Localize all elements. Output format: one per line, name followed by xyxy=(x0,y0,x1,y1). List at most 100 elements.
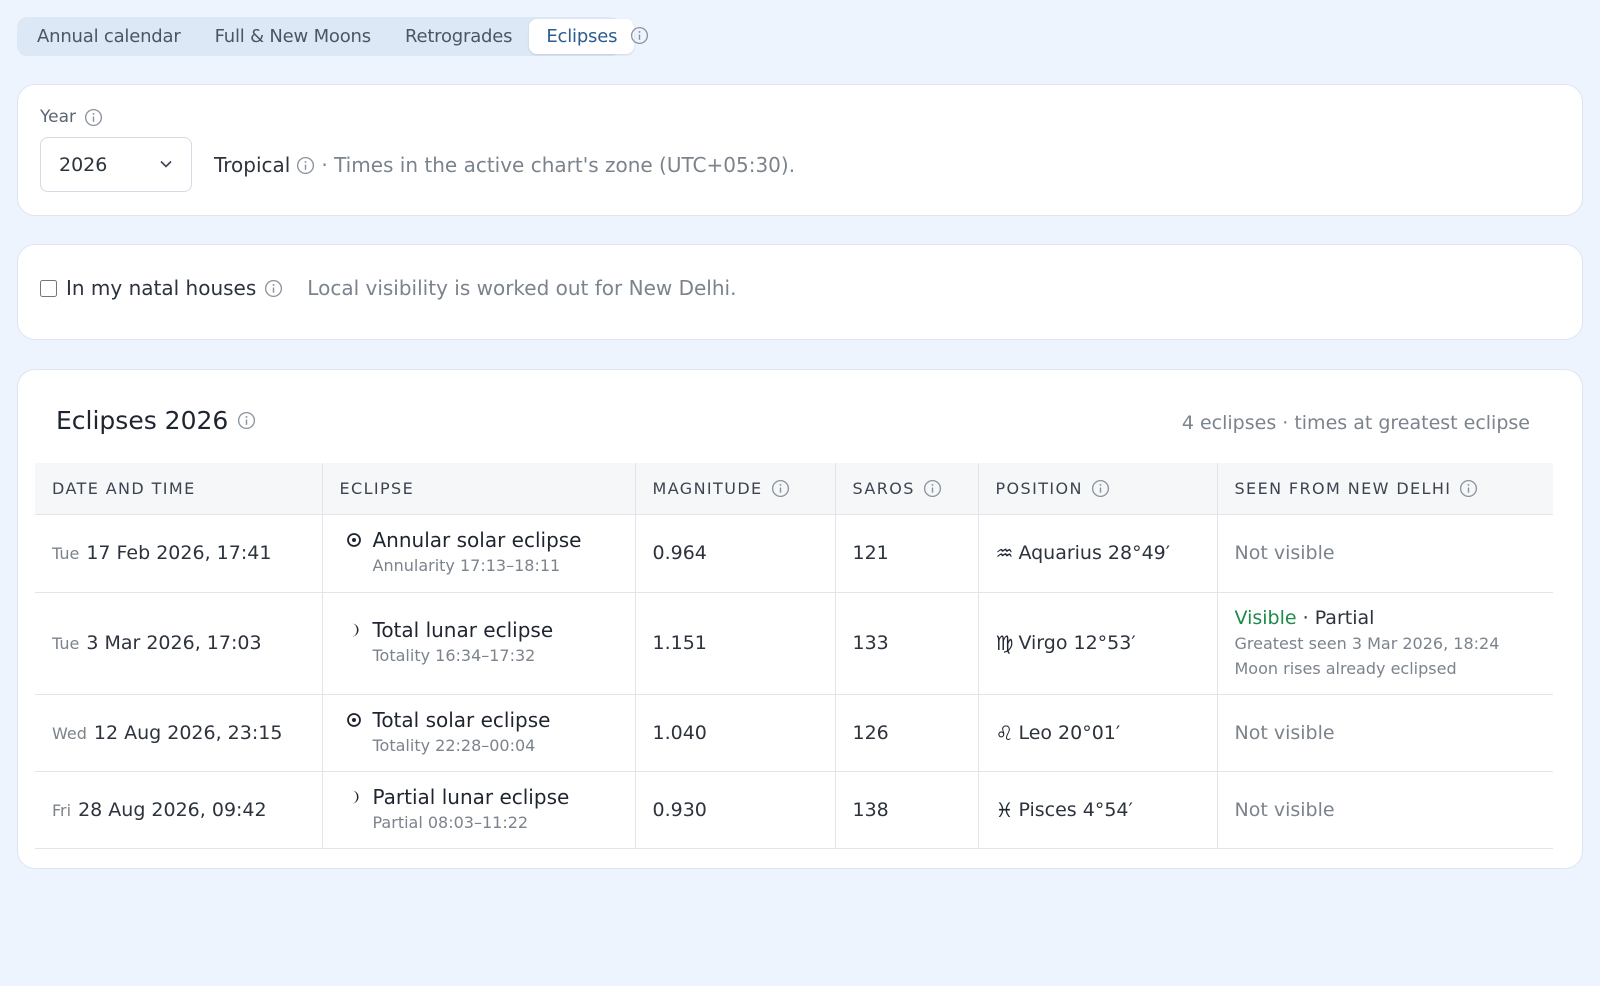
visibility-cell: Not visible xyxy=(1216,693,1553,771)
natal-houses-row: In my natal houses Local visibility is w… xyxy=(40,276,736,300)
position-cell: ♍ Virgo 12°53′ xyxy=(977,591,1217,694)
table-row[interactable]: Tue 17 Feb 2026, 17:41 Annular solar ecli… xyxy=(35,513,1553,592)
chevron-down-icon xyxy=(159,154,173,176)
col-header-eclipse[interactable]: ECLIPSE xyxy=(321,463,635,514)
aquarius-icon: ♒ xyxy=(995,541,1014,565)
zodiac-info-icon[interactable] xyxy=(296,156,315,175)
visibility-detail: Moon rises already eclipsed xyxy=(1234,658,1457,678)
visibility-note: Local visibility is worked out for New D… xyxy=(307,276,737,300)
col-header-magnitude[interactable]: MAGNITUDE xyxy=(634,463,835,514)
eclipse-detail: Partial 08:03–11:22 xyxy=(372,812,529,832)
date-time: 12 Aug 2026, 23:15 xyxy=(93,721,283,744)
visibility-cell: Not visible xyxy=(1216,513,1553,592)
date-cell: Fri 28 Aug 2026, 09:42 xyxy=(35,770,322,849)
saros-cell: 126 xyxy=(834,693,978,771)
date-time: 28 Aug 2026, 09:42 xyxy=(78,798,267,821)
virgo-icon: ♍ xyxy=(995,631,1014,655)
eclipses-title: Eclipses 2026 xyxy=(56,406,229,435)
date-time: 3 Mar 2026, 17:03 xyxy=(86,632,262,654)
visibility-status: Not visible xyxy=(1234,721,1335,744)
year-select-value: 2026 xyxy=(59,153,108,176)
position-text: Leo 20°01′ xyxy=(1018,721,1121,744)
eclipses-card: Eclipses 2026 4 eclipses · times at grea… xyxy=(17,369,1583,869)
eclipse-cell: Annular solar eclipse Annularity 17:13–18… xyxy=(321,513,635,592)
position-info-icon[interactable] xyxy=(1091,479,1110,498)
table-row[interactable]: Fri 28 Aug 2026, 09:42 Partial lunar ecli… xyxy=(35,770,1553,849)
visibility-cell: Not visible xyxy=(1216,770,1553,849)
tab-eclipses[interactable]: Eclipses xyxy=(529,19,635,54)
tab-annual-calendar[interactable]: Annual calendar xyxy=(20,19,198,54)
magnitude-cell: 0.930 xyxy=(634,770,835,849)
magnitude-cell: 1.040 xyxy=(634,693,835,771)
sun-icon xyxy=(345,531,363,549)
visibility-status: Not visible xyxy=(1234,542,1335,564)
saros-cell: 121 xyxy=(834,513,978,592)
visibility-status: Visible xyxy=(1234,606,1297,629)
visibility-cell: Visible · Partial Greatest seen 3 Mar 20… xyxy=(1216,591,1553,694)
eclipse-name: Partial lunar eclipse xyxy=(372,784,570,809)
position-cell: ♒ Aquarius 28°49′ xyxy=(977,513,1217,592)
natal-houses-checkbox[interactable] xyxy=(40,279,57,297)
pisces-icon: ♓ xyxy=(995,797,1014,822)
position-cell: ♌ Leo 20°01′ xyxy=(977,693,1217,771)
tab-retrogrades[interactable]: Retrogrades xyxy=(388,19,529,54)
tab-full-new-moons[interactable]: Full & New Moons xyxy=(198,19,388,54)
visibility-type: · Partial xyxy=(1302,606,1375,629)
year-label-row: Year xyxy=(40,107,103,127)
magnitude-cell: 0.964 xyxy=(634,513,835,592)
col-header-saros[interactable]: SAROS xyxy=(834,463,978,514)
saros-info-icon[interactable] xyxy=(923,479,942,498)
eclipse-name: Total solar eclipse xyxy=(372,707,551,732)
visibility-info-icon[interactable] xyxy=(1459,479,1478,498)
table-row[interactable]: Wed 12 Aug 2026, 23:15 Total solar eclips… xyxy=(35,693,1553,771)
view-tabs: Annual calendar Full & New Moons Retrogr… xyxy=(17,17,635,56)
tabs-info-icon[interactable] xyxy=(630,26,649,45)
visibility-detail: Greatest seen 3 Mar 2026, 18:24 xyxy=(1234,633,1500,653)
table-header-row: DATE AND TIME ECLIPSE MAGNITUDE SAROS PO… xyxy=(35,463,1553,514)
eclipse-detail: Annularity 17:13–18:11 xyxy=(372,556,561,575)
moon-icon xyxy=(345,788,363,806)
year-select[interactable]: 2026 xyxy=(40,137,192,192)
weekday: Tue xyxy=(52,634,80,653)
table-row[interactable]: Tue 3 Mar 2026, 17:03 Total lunar eclipse… xyxy=(35,591,1553,694)
moon-icon xyxy=(345,621,363,639)
eclipse-detail: Totality 16:34–17:32 xyxy=(372,646,536,665)
position-text: Pisces 4°54′ xyxy=(1018,798,1133,821)
zone-note: · Times in the active chart's zone (UTC+… xyxy=(321,153,796,177)
eclipse-detail: Totality 22:28–00:04 xyxy=(372,735,536,755)
col-header-position[interactable]: POSITION xyxy=(977,463,1217,514)
magnitude-cell: 1.151 xyxy=(634,591,835,694)
position-text: Aquarius 28°49′ xyxy=(1018,542,1171,564)
weekday: Fri xyxy=(52,800,72,820)
position-text: Virgo 12°53′ xyxy=(1018,632,1136,654)
date-cell: Wed 12 Aug 2026, 23:15 xyxy=(35,693,322,771)
weekday: Tue xyxy=(52,544,80,563)
eclipses-table: DATE AND TIME ECLIPSE MAGNITUDE SAROS PO… xyxy=(35,463,1553,849)
year-info-icon[interactable] xyxy=(84,108,103,127)
eclipses-info-icon[interactable] xyxy=(237,411,256,430)
date-time: 17 Feb 2026, 17:41 xyxy=(86,542,272,564)
saros-cell: 133 xyxy=(834,591,978,694)
zodiac-label: Tropical xyxy=(214,153,291,177)
eclipse-cell: Partial lunar eclipse Partial 08:03–11:22 xyxy=(321,770,635,849)
natal-info-icon[interactable] xyxy=(264,279,283,298)
settings-card: Year 2026 Tropical · Times in the active… xyxy=(17,84,1583,216)
saros-cell: 138 xyxy=(834,770,978,849)
date-cell: Tue 17 Feb 2026, 17:41 xyxy=(35,513,322,592)
eclipse-cell: Total solar eclipse Totality 22:28–00:04 xyxy=(321,693,635,771)
sun-icon xyxy=(345,711,363,729)
col-header-date[interactable]: DATE AND TIME xyxy=(35,463,322,514)
natal-houses-label[interactable]: In my natal houses xyxy=(66,276,256,300)
position-cell: ♓ Pisces 4°54′ xyxy=(977,770,1217,849)
col-header-visibility[interactable]: SEEN FROM NEW DELHI xyxy=(1216,463,1553,514)
year-label: Year xyxy=(40,107,76,127)
magnitude-info-icon[interactable] xyxy=(771,479,790,498)
filter-card: In my natal houses Local visibility is w… xyxy=(17,244,1583,340)
zodiac-note: Tropical · Times in the active chart's z… xyxy=(214,153,795,177)
eclipse-cell: Total lunar eclipse Totality 16:34–17:32 xyxy=(321,591,635,694)
weekday: Wed xyxy=(52,723,87,743)
leo-icon: ♌ xyxy=(995,720,1014,745)
eclipse-name: Annular solar eclipse xyxy=(372,528,582,552)
eclipses-meta: 4 eclipses · times at greatest eclipse xyxy=(1181,412,1530,434)
date-cell: Tue 3 Mar 2026, 17:03 xyxy=(35,591,322,694)
